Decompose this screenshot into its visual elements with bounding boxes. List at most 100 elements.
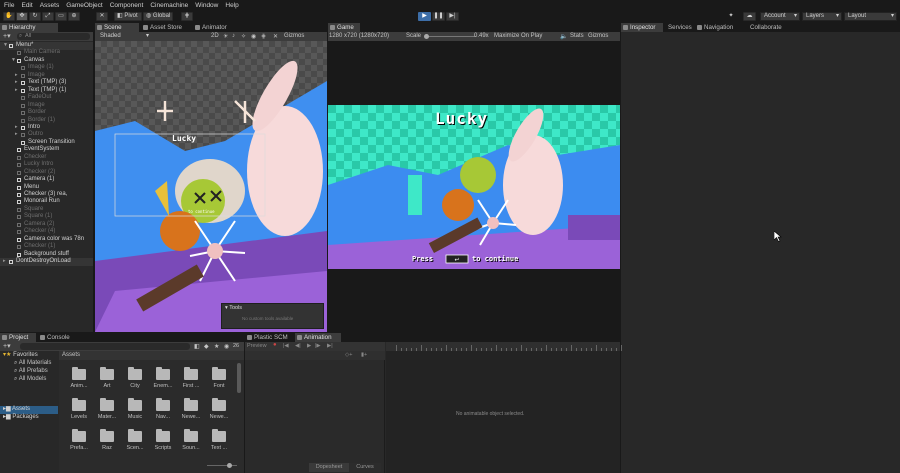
add-keyframe-icon[interactable]: ◇+ <box>345 352 352 358</box>
tab-animation[interactable]: Animation <box>295 333 341 342</box>
folder-icon[interactable] <box>212 429 226 442</box>
menu-assets[interactable]: Assets <box>40 2 60 9</box>
hierarchy-item[interactable]: Screen Transition <box>0 139 93 147</box>
project-add-icon[interactable]: +▾ <box>3 342 11 351</box>
hierarchy-item[interactable]: ▼ Canvas <box>0 57 93 65</box>
filter-label-icon[interactable]: ◆ <box>204 343 209 350</box>
tab-collaborate[interactable]: Collaborate <box>741 23 787 32</box>
menu-edit[interactable]: Edit <box>21 2 32 9</box>
snap-increment-button[interactable]: ⋕ <box>181 12 193 21</box>
folder-icon[interactable] <box>100 429 114 442</box>
game-gizmos-dropdown[interactable]: Gizmos <box>588 33 608 39</box>
hierarchy-item[interactable]: ▸ Image <box>0 72 93 80</box>
hidden-packages-icon[interactable]: ◉ <box>224 343 229 350</box>
project-search-input[interactable] <box>20 343 190 350</box>
record-icon[interactable]: ● <box>273 342 277 348</box>
scene-gizmos-dropdown[interactable]: Gizmos <box>284 33 304 39</box>
add-event-icon[interactable]: ▮+ <box>361 352 367 358</box>
next-key-icon[interactable]: |▶ <box>315 343 321 349</box>
global-toggle[interactable]: ◍ Global <box>143 12 173 21</box>
pause-button[interactable]: ❚❚ <box>432 12 445 21</box>
hierarchy-item[interactable]: Lucky Intro <box>0 161 93 169</box>
hierarchy-item[interactable]: EventSystem <box>0 146 93 154</box>
folder-label[interactable]: Scripts <box>151 445 175 451</box>
maximize-on-play-toggle[interactable]: Maximize On Play <box>494 33 542 39</box>
collapsed-arrow-icon[interactable]: ▸ <box>15 79 18 87</box>
timeline-ruler[interactable] <box>386 342 622 351</box>
scale-tool-button[interactable]: ⤢ <box>42 12 54 21</box>
menu-component[interactable]: Component <box>110 2 144 9</box>
hierarchy-item[interactable]: ▸ Text (TMP) (1) <box>0 87 93 95</box>
curves-button[interactable]: Curves <box>349 463 381 472</box>
tab-animator[interactable]: Animator <box>193 23 238 32</box>
folder-label[interactable]: Raz <box>95 445 119 451</box>
favorite-item[interactable]: ⌕ All Models <box>0 376 58 384</box>
account-dropdown[interactable]: Account <box>760 12 800 21</box>
first-key-icon[interactable]: |◀ <box>283 343 289 349</box>
expanded-arrow-icon[interactable]: ▼ <box>11 57 16 65</box>
folder-icon[interactable] <box>184 398 198 411</box>
pivot-toggle[interactable]: ◧ Pivot <box>114 12 142 21</box>
icon-size-slider[interactable] <box>207 463 237 468</box>
assets-scrollbar[interactable] <box>237 363 241 393</box>
transform-tool-button[interactable]: ⊕ <box>68 12 80 21</box>
assets-root[interactable]: ▸▆ Assets <box>0 406 58 414</box>
hierarchy-search-input[interactable]: ⌕ All <box>17 33 90 40</box>
folder-label[interactable]: Levels <box>67 414 91 420</box>
hierarchy-item[interactable]: Square <box>0 206 93 214</box>
dopesheet-button[interactable]: Dopesheet <box>309 463 349 472</box>
folder-label[interactable]: First ... <box>179 383 203 389</box>
folder-label[interactable]: Text ... <box>207 445 231 451</box>
folder-label[interactable]: Newe... <box>207 414 231 420</box>
hierarchy-item[interactable]: Image (1) <box>0 64 93 72</box>
hierarchy-item[interactable]: Checker (4) <box>0 228 93 236</box>
collapsed-arrow-icon[interactable]: ▸ <box>15 87 18 95</box>
folder-icon[interactable] <box>100 398 114 411</box>
folder-label[interactable]: Art <box>95 383 119 389</box>
folder-icon[interactable] <box>128 398 142 411</box>
2d-toggle[interactable]: 2D <box>211 33 219 39</box>
folder-icon[interactable] <box>100 367 114 380</box>
custom-tool-button[interactable]: ✕ <box>96 12 108 21</box>
hierarchy-item[interactable]: Border (1) <box>0 117 93 125</box>
animation-timeline[interactable]: No animatable object selected. <box>386 342 622 473</box>
hierarchy-item[interactable]: ▸ Text (TMP) (3) <box>0 79 93 87</box>
folder-icon[interactable] <box>156 367 170 380</box>
folder-icon[interactable] <box>212 367 226 380</box>
hierarchy-item[interactable]: Checker (2) <box>0 169 93 177</box>
folder-label[interactable]: Font <box>207 383 231 389</box>
hand-tool-button[interactable]: ✋ <box>3 12 15 21</box>
hierarchy-item[interactable]: ▼ Menu* <box>0 42 93 50</box>
resolution-dropdown[interactable]: 1280 x720 (1280x720) <box>329 33 389 39</box>
menu-window[interactable]: Window <box>195 2 218 9</box>
hierarchy-item[interactable]: Menu <box>0 184 93 192</box>
hierarchy-item[interactable]: Monorail Run <box>0 198 93 206</box>
collab-icon[interactable]: ✦ <box>725 12 737 21</box>
packages-root[interactable]: ▸▆ Packages <box>0 414 58 422</box>
cloud-icon[interactable]: ☁ <box>743 12 756 21</box>
layout-dropdown[interactable]: Layout <box>844 12 897 21</box>
folder-icon[interactable] <box>128 429 142 442</box>
tab-inspector[interactable]: Inspector <box>621 23 663 32</box>
hierarchy-item[interactable]: ▸ Intro <box>0 124 93 132</box>
tab-services[interactable]: Services <box>659 23 697 32</box>
folder-icon[interactable] <box>156 398 170 411</box>
hierarchy-item[interactable]: Border <box>0 109 93 117</box>
prev-key-icon[interactable]: ◀| <box>295 343 301 349</box>
menu-file[interactable]: File <box>4 2 14 9</box>
add-icon[interactable]: +▾ <box>3 32 11 41</box>
folder-icon[interactable] <box>184 367 198 380</box>
folder-label[interactable]: City <box>123 383 147 389</box>
last-key-icon[interactable]: ▶| <box>327 343 333 349</box>
effects-icon[interactable]: ✧ <box>241 33 246 40</box>
tab-plastic-scm[interactable]: Plastic SCM <box>245 333 293 342</box>
folder-label[interactable]: Nav... <box>151 414 175 420</box>
rotate-tool-button[interactable]: ↻ <box>29 12 41 21</box>
folder-icon[interactable] <box>128 367 142 380</box>
folder-icon[interactable] <box>72 367 86 380</box>
hierarchy-item[interactable]: Image <box>0 102 93 110</box>
scene-viewport[interactable]: Lucky to continue ▾ Tools No custom tool… <box>95 41 327 332</box>
favorite-star-icon[interactable]: ★ <box>214 343 219 350</box>
collapsed-arrow-icon[interactable]: ▸ <box>15 131 18 139</box>
menu-help[interactable]: Help <box>225 2 238 9</box>
